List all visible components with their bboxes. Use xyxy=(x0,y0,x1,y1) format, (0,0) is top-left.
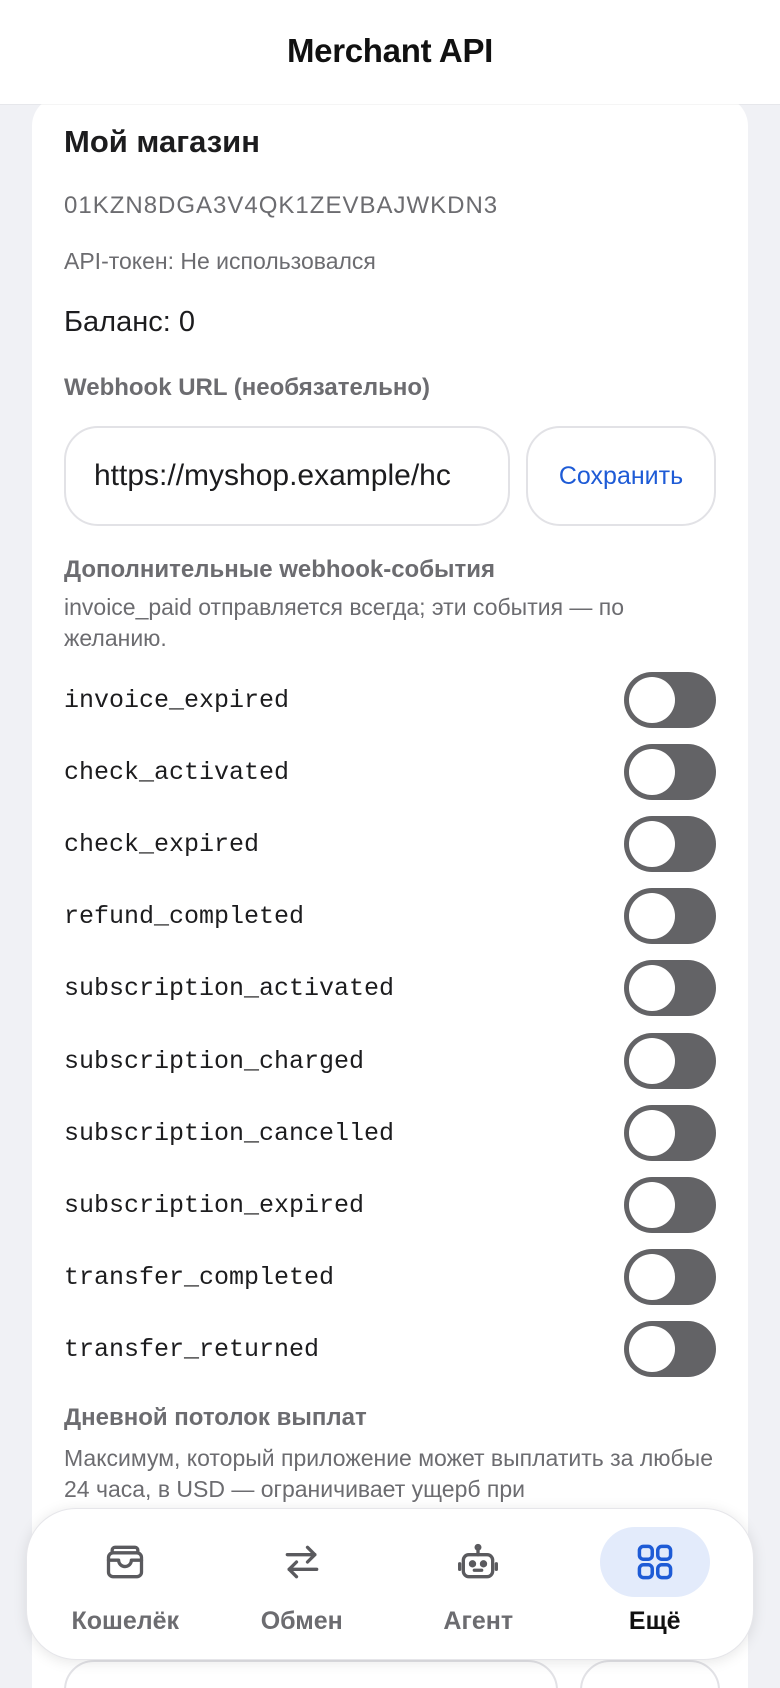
event-toggle[interactable] xyxy=(624,888,716,944)
payout-limit-input[interactable] xyxy=(64,1660,558,1688)
event-label: subscription_charged xyxy=(64,1046,365,1076)
payout-limit-save-button[interactable] xyxy=(580,1660,720,1688)
tab-exchange-label: Обмен xyxy=(260,1607,343,1635)
toggle-knob xyxy=(629,1326,675,1372)
webhook-url-label: Webhook URL (необязательно) xyxy=(64,374,430,401)
event-toggle[interactable] xyxy=(624,1321,716,1377)
event-row: subscription_cancelled xyxy=(64,1105,716,1161)
toggle-knob xyxy=(629,893,675,939)
tab-more-label: Ещё xyxy=(628,1607,681,1635)
save-webhook-button[interactable]: Сохранить xyxy=(526,426,716,526)
page-title: Merchant API xyxy=(286,32,494,69)
toggle-knob xyxy=(629,1182,675,1228)
event-toggle[interactable] xyxy=(624,1249,716,1305)
event-row: subscription_charged xyxy=(64,1033,716,1089)
shop-id: 01KZN8DGA3V4QK1ZEVBAJWKDN3 xyxy=(64,192,499,219)
tab-exchange[interactable]: Обмен xyxy=(217,1519,387,1649)
toggle-knob xyxy=(629,821,675,867)
event-row: refund_completed xyxy=(64,888,716,944)
tab-wallet-label: Кошелёк xyxy=(71,1607,180,1635)
tab-more[interactable]: Ещё xyxy=(570,1519,740,1649)
wallet-icon xyxy=(70,1527,180,1597)
toggle-knob xyxy=(629,749,675,795)
toggle-knob xyxy=(629,677,675,723)
shop-name: Мой магазин xyxy=(64,124,260,159)
event-label: transfer_returned xyxy=(64,1334,320,1364)
robot-icon xyxy=(423,1527,533,1597)
event-toggle[interactable] xyxy=(624,744,716,800)
event-label: transfer_completed xyxy=(64,1262,335,1292)
tab-agent-label: Агент xyxy=(443,1607,514,1635)
tab-agent[interactable]: Агент xyxy=(393,1519,563,1649)
webhook-events-title: Дополнительные webhook-события xyxy=(64,556,496,583)
toggle-knob xyxy=(629,1254,675,1300)
payout-limit-description: Максимум, который приложение может выпла… xyxy=(64,1445,714,1502)
bottom-tab-bar: Кошелёк Обмен Агент Ещё xyxy=(26,1508,754,1660)
webhook-events-description: invoice_paid отправляется всегда; эти со… xyxy=(64,594,625,651)
tab-wallet[interactable]: Кошелёк xyxy=(40,1519,210,1649)
event-row: transfer_completed xyxy=(64,1249,716,1305)
event-toggle[interactable] xyxy=(624,816,716,872)
balance-value: Баланс: 0 xyxy=(64,306,195,338)
grid-icon xyxy=(599,1527,710,1597)
toggle-knob xyxy=(629,1110,675,1156)
event-label: check_expired xyxy=(64,829,260,859)
event-toggle[interactable] xyxy=(624,1177,716,1233)
swap-arrows-icon xyxy=(247,1527,357,1597)
event-row: subscription_activated xyxy=(64,960,716,1016)
event-toggle[interactable] xyxy=(624,672,716,728)
event-row: invoice_expired xyxy=(64,672,716,728)
event-label: subscription_expired xyxy=(64,1190,365,1220)
event-row: transfer_returned xyxy=(64,1321,716,1377)
top-header: Merchant API xyxy=(0,0,780,104)
event-label: subscription_cancelled xyxy=(64,1118,395,1148)
event-label: check_activated xyxy=(64,757,290,787)
event-label: subscription_activated xyxy=(64,973,395,1003)
event-row: subscription_expired xyxy=(64,1177,716,1233)
event-row: check_expired xyxy=(64,816,716,872)
event-toggle[interactable] xyxy=(624,1105,716,1161)
event-label: refund_completed xyxy=(64,901,305,931)
payout-limit-title: Дневной потолок выплат xyxy=(64,1404,367,1431)
toggle-knob xyxy=(629,1038,675,1084)
event-row: check_activated xyxy=(64,744,716,800)
event-label: invoice_expired xyxy=(64,685,290,715)
event-toggle[interactable] xyxy=(624,1033,716,1089)
toggle-knob xyxy=(629,965,675,1011)
api-token-status: API-токен: Не использовался xyxy=(64,248,376,274)
webhook-url-input[interactable] xyxy=(64,426,510,526)
event-toggle[interactable] xyxy=(624,960,716,1016)
